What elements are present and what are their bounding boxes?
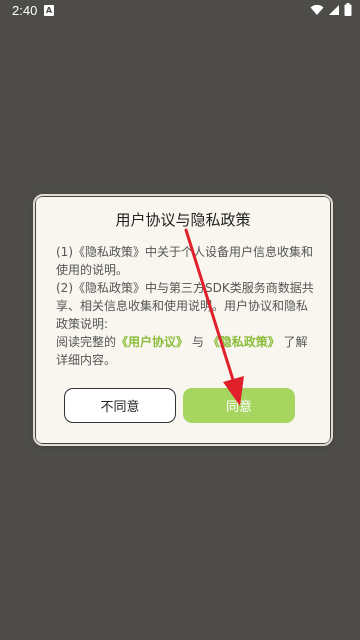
wifi-icon: [310, 4, 324, 15]
privacy-policy-link[interactable]: 《隐私政策》: [208, 335, 280, 349]
status-bar: 2:40 A: [0, 0, 360, 22]
status-time: 2:40: [12, 3, 38, 18]
dialog-body: (1)《隐私政策》中关于个人设备用户信息收集和使用的说明。 (2)《隐私政策》中…: [56, 243, 314, 369]
read-prefix: 阅读完整的: [56, 335, 117, 349]
signal-icon: [329, 4, 339, 15]
privacy-dialog: 用户协议与隐私政策 (1)《隐私政策》中关于个人设备用户信息收集和使用的说明。 …: [33, 194, 333, 446]
policy-line-2: (2)《隐私政策》中与第三方SDK类服务商数据共享、相关信息收集和使用说明。用户…: [56, 281, 314, 331]
disagree-button[interactable]: 不同意: [64, 388, 176, 423]
policy-line-1: (1)《隐私政策》中关于个人设备用户信息收集和使用的说明。: [56, 245, 313, 277]
notification-icon: A: [44, 5, 54, 16]
user-agreement-link[interactable]: 《用户协议》: [116, 335, 188, 349]
agree-button[interactable]: 同意: [183, 388, 295, 423]
read-notice: 阅读完整的《用户协议》 与 《隐私政策》 了解详细内容。: [56, 333, 314, 369]
status-icons: [310, 3, 352, 16]
dialog-title: 用户协议与隐私政策: [115, 211, 251, 229]
battery-icon: [344, 3, 352, 16]
connector-text: 与: [191, 335, 204, 349]
